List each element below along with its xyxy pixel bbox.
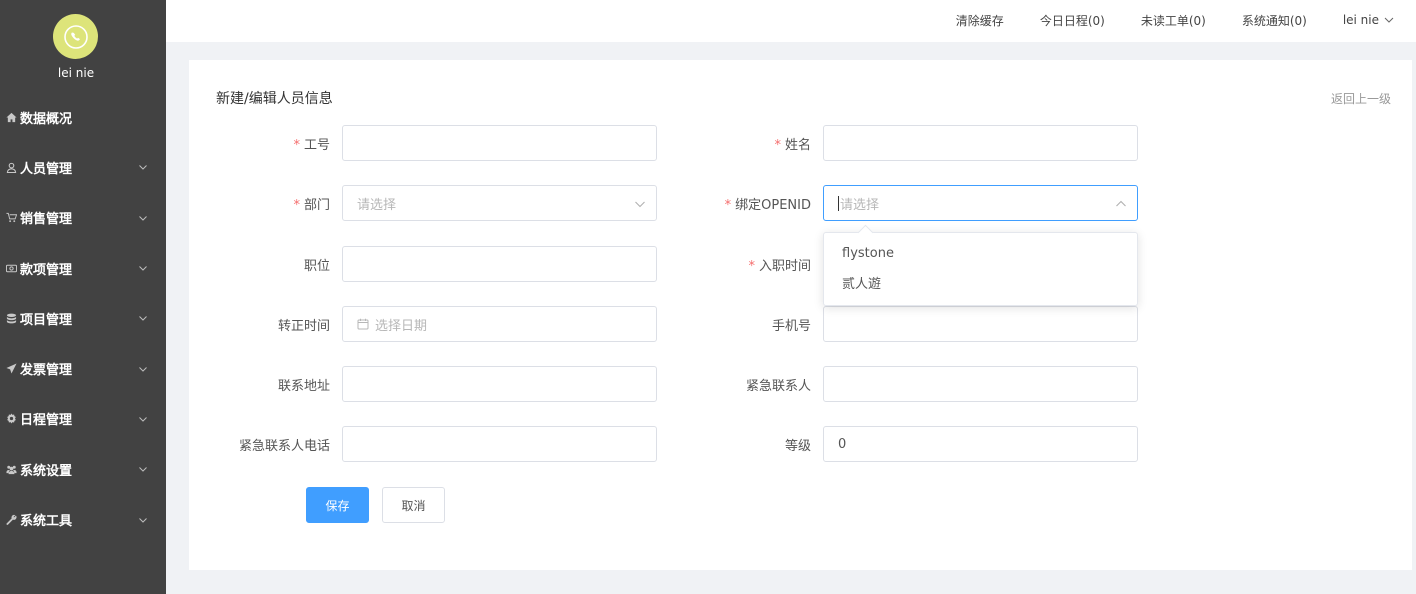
- sidebar-item-projects[interactable]: 项目管理: [0, 293, 166, 343]
- chevron-down-icon: [139, 316, 147, 322]
- job-no-label: * 工号: [293, 137, 330, 153]
- form-row-department: * 部门 请选择: [189, 185, 657, 221]
- money-icon: [4, 261, 18, 275]
- wrench-icon: [4, 513, 18, 527]
- send-icon: [4, 362, 18, 376]
- hire-date-label: * 入职时间: [748, 258, 811, 274]
- today-schedule-link[interactable]: 今日日程(0): [1040, 12, 1105, 29]
- sidebar: lei nie 数据概况 人员管理 销售管理 款项管理 项目管理 发票管理 日程…: [0, 0, 166, 594]
- form-row-phone: 手机号: [689, 306, 1138, 342]
- form-row-regular-date: 转正时间 选择日期: [189, 306, 657, 342]
- position-label: 职位: [303, 258, 330, 274]
- phone-label: 手机号: [771, 318, 811, 334]
- emergency-contact-input[interactable]: [823, 366, 1138, 402]
- regular-date-label: 转正时间: [277, 318, 330, 334]
- sidebar-menu: 数据概况 人员管理 销售管理 款项管理 项目管理 发票管理 日程管理 系统设置 …: [0, 92, 166, 545]
- form-row-level: 等级 0: [689, 426, 1138, 462]
- form-row-openid: * 绑定OPENID 请选择: [689, 185, 1138, 221]
- user-icon: [4, 160, 18, 174]
- chevron-down-icon: [139, 417, 147, 422]
- gear-icon: [4, 412, 18, 426]
- main-panel: 新建/编辑人员信息 返回上一级 * 工号 * 姓名 * 部门 请选择 * 绑定OPENI…: [189, 60, 1412, 570]
- emergency-contact-label: 紧急联系人: [745, 378, 811, 394]
- users-icon: [4, 462, 18, 476]
- address-label: 联系地址: [277, 378, 330, 394]
- form-row-job-no: * 工号: [189, 125, 657, 161]
- emergency-phone-label: 紧急联系人电话: [238, 438, 330, 454]
- form-row-position: 职位: [189, 246, 657, 282]
- sidebar-item-data-overview[interactable]: 数据概况: [0, 92, 166, 142]
- position-input[interactable]: [342, 246, 657, 282]
- database-icon: [4, 311, 18, 325]
- chevron-down-icon: [139, 366, 147, 372]
- dropdown-option[interactable]: flystone: [824, 238, 1137, 269]
- level-input[interactable]: 0: [823, 426, 1138, 462]
- address-input[interactable]: [342, 366, 657, 402]
- top-bar: 清除缓存 今日日程(0) 未读工单(0) 系统通知(0) lei nie: [166, 0, 1416, 42]
- form-row-name: * 姓名: [689, 125, 1138, 161]
- sidebar-item-settings[interactable]: 系统设置: [0, 444, 166, 494]
- chevron-down-icon: [139, 467, 147, 472]
- form-row-hire-date: * 入职时间: [689, 246, 823, 282]
- cancel-button[interactable]: 取消: [382, 487, 445, 523]
- calendar-icon: [357, 318, 369, 330]
- clear-cache-link[interactable]: 清除缓存: [956, 12, 1004, 29]
- sidebar-item-schedule[interactable]: 日程管理: [0, 394, 166, 444]
- level-label: 等级: [784, 438, 811, 454]
- top-nav: 清除缓存 今日日程(0) 未读工单(0) 系统通知(0) lei nie: [956, 0, 1394, 40]
- dropdown-option[interactable]: 贰人遊: [824, 269, 1137, 300]
- emergency-phone-input[interactable]: [342, 426, 657, 462]
- phone-icon: [63, 24, 88, 49]
- form-row-emergency-contact: 紧急联系人: [689, 366, 1138, 402]
- chevron-down-icon: [139, 517, 147, 523]
- unread-tickets-link[interactable]: 未读工单(0): [1141, 12, 1206, 29]
- openid-label: * 绑定OPENID: [724, 197, 811, 213]
- cart-icon: [4, 211, 18, 225]
- home-icon: [4, 110, 18, 124]
- save-button[interactable]: 保存: [306, 487, 369, 523]
- form-row-emergency-phone: 紧急联系人电话: [189, 426, 657, 462]
- name-input[interactable]: [823, 125, 1138, 161]
- page-title: 新建/编辑人员信息: [216, 91, 333, 107]
- chevron-down-icon: [635, 201, 645, 208]
- sidebar-item-sales[interactable]: 销售管理: [0, 193, 166, 243]
- chevron-up-icon: [1116, 200, 1126, 207]
- sidebar-item-tools[interactable]: 系统工具: [0, 494, 166, 544]
- back-link[interactable]: 返回上一级: [1331, 90, 1391, 107]
- phone-input[interactable]: [823, 306, 1138, 342]
- chevron-down-icon: [139, 215, 147, 221]
- system-notice-link[interactable]: 系统通知(0): [1242, 12, 1307, 29]
- job-no-input[interactable]: [342, 125, 657, 161]
- sidebar-item-invoices[interactable]: 发票管理: [0, 343, 166, 393]
- sidebar-username: lei nie: [57, 66, 95, 80]
- user-name: lei nie: [1342, 13, 1379, 27]
- department-select[interactable]: 请选择: [342, 185, 657, 221]
- text-caret: [838, 195, 839, 211]
- chevron-down-icon: [1384, 17, 1394, 23]
- name-label: * 姓名: [774, 137, 811, 153]
- sidebar-item-personnel[interactable]: 人员管理: [0, 142, 166, 192]
- chevron-down-icon: [139, 266, 147, 271]
- user-dropdown[interactable]: lei nie: [1343, 13, 1394, 27]
- department-label: * 部门: [293, 197, 330, 213]
- regular-date-picker[interactable]: 选择日期: [342, 306, 657, 342]
- sidebar-item-payments[interactable]: 款项管理: [0, 243, 166, 293]
- openid-select[interactable]: 请选择: [823, 185, 1138, 221]
- form-row-address: 联系地址: [189, 366, 657, 402]
- openid-dropdown: flystone 贰人遊: [823, 232, 1138, 306]
- avatar[interactable]: [53, 14, 98, 59]
- chevron-down-icon: [139, 165, 147, 171]
